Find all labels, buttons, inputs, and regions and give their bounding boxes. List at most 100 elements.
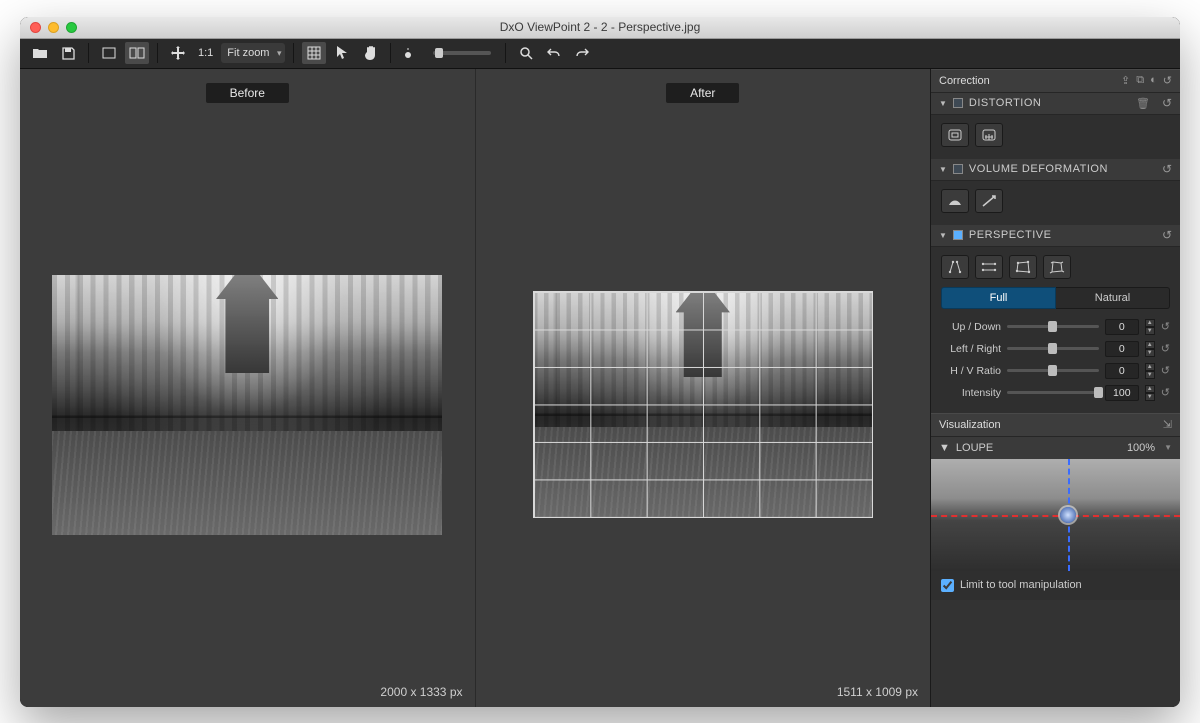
loupe-center-marker[interactable] [1060, 507, 1076, 523]
reset-all-icon[interactable]: ↺ [1163, 74, 1172, 87]
reset-icon[interactable]: ↺ [1162, 96, 1172, 110]
toolbar-slider[interactable] [433, 51, 491, 55]
volume-horizontal-button[interactable] [941, 189, 969, 213]
separator [157, 43, 158, 63]
reset-icon[interactable]: ↺ [1162, 228, 1172, 242]
loupe-panel-header[interactable]: ▼ LOUPE 100% ▼ [931, 437, 1180, 459]
perspective-title: PERSPECTIVE [969, 229, 1156, 241]
pin-icon[interactable]: ⇲ [1163, 418, 1172, 431]
single-view-button[interactable] [97, 42, 121, 64]
separator [390, 43, 391, 63]
disclosure-icon: ▼ [939, 442, 950, 454]
slider-label: H / V Ratio [941, 365, 1001, 377]
globe-icon[interactable]: ◐ [1150, 74, 1157, 87]
perspective-toggle[interactable] [953, 230, 963, 240]
separator [293, 43, 294, 63]
separator [505, 43, 506, 63]
slider-track[interactable] [1007, 369, 1099, 372]
zoom-select[interactable]: Fit zoom [221, 43, 285, 63]
redo-button[interactable] [570, 42, 594, 64]
force-parallel-button[interactable] [941, 255, 969, 279]
slider-stepper[interactable]: ▲▼ [1145, 341, 1155, 357]
slider-reset-icon[interactable]: ↺ [1161, 342, 1170, 355]
limit-label: Limit to tool manipulation [960, 579, 1082, 591]
eight-point-button[interactable] [1043, 255, 1071, 279]
before-dimensions: 2000 x 1333 px [380, 685, 462, 699]
content-area: Before 2000 x 1333 px After 1511 x 1009 … [20, 69, 1180, 707]
reference-line-button[interactable] [399, 42, 423, 64]
distortion-auto-button[interactable] [941, 123, 969, 147]
volume-toggle[interactable] [953, 164, 963, 174]
save-button[interactable] [56, 42, 80, 64]
slider-track[interactable] [1007, 347, 1099, 350]
slider-reset-icon[interactable]: ↺ [1161, 386, 1170, 399]
sidebar: Correction ⇪ ⧉ ◐ ↺ ▼ DISTORTION 🗑 ↺ [930, 69, 1180, 707]
slider-label: Intensity [941, 387, 1001, 399]
volume-panel-header[interactable]: ▼ VOLUME DEFORMATION ↺ [931, 159, 1180, 181]
loupe-zoom-value[interactable]: 100% [1127, 442, 1155, 454]
app-window: DxO ViewPoint 2 - 2 - Perspective.jpg 1:… [20, 17, 1180, 707]
move-tool-button[interactable] [166, 42, 190, 64]
reset-icon[interactable]: ↺ [1162, 162, 1172, 176]
slider-stepper[interactable]: ▲▼ [1145, 319, 1155, 335]
export-icon[interactable]: ⇪ [1121, 74, 1130, 87]
after-image-wrap[interactable] [476, 103, 931, 707]
slider-row-3: Intensity 100 ▲▼ ↺ [941, 385, 1170, 401]
before-pane: Before 2000 x 1333 px [20, 69, 475, 707]
correction-title: Correction [939, 75, 990, 87]
limit-row: Limit to tool manipulation [931, 571, 1180, 600]
loupe-title: LOUPE [956, 442, 993, 454]
slider-value[interactable]: 0 [1105, 363, 1139, 379]
zoom-ratio-button[interactable]: 1:1 [194, 42, 217, 64]
slider-value[interactable]: 100 [1105, 385, 1139, 401]
loupe-preview[interactable] [931, 459, 1180, 571]
slider-label: Left / Right [941, 343, 1001, 355]
open-file-button[interactable] [28, 42, 52, 64]
volume-diagonal-button[interactable] [975, 189, 1003, 213]
window-title: DxO ViewPoint 2 - 2 - Perspective.jpg [20, 20, 1180, 34]
before-image [52, 275, 442, 535]
visualization-section-header: Visualization ⇲ [931, 413, 1180, 437]
slider-row-1: Left / Right 0 ▲▼ ↺ [941, 341, 1170, 357]
slider-stepper[interactable]: ▲▼ [1145, 363, 1155, 379]
trash-icon[interactable]: 🗑 [1136, 97, 1150, 110]
loupe-horizon-line [931, 515, 1180, 517]
disclosure-icon: ▼ [939, 99, 947, 108]
limit-checkbox[interactable] [941, 579, 954, 592]
perspective-panel-header[interactable]: ▼ PERSPECTIVE ↺ [931, 225, 1180, 247]
pointer-tool-button[interactable] [330, 42, 354, 64]
grid-toggle-button[interactable] [302, 42, 326, 64]
force-rectangle-button[interactable] [1009, 255, 1037, 279]
zoom-select-label: Fit zoom [227, 47, 269, 59]
slider-reset-icon[interactable]: ↺ [1161, 364, 1170, 377]
viewer: Before 2000 x 1333 px After 1511 x 1009 … [20, 69, 930, 707]
slider-row-0: Up / Down 0 ▲▼ ↺ [941, 319, 1170, 335]
seg-full[interactable]: Full [941, 287, 1056, 309]
seg-natural[interactable]: Natural [1056, 287, 1170, 309]
visualization-title: Visualization [939, 419, 1001, 431]
perspective-mode-segmented: Full Natural [941, 287, 1170, 309]
distortion-toggle[interactable] [953, 98, 963, 108]
force-horizontal-button[interactable] [975, 255, 1003, 279]
slider-value[interactable]: 0 [1105, 319, 1139, 335]
volume-panel-body [931, 181, 1180, 225]
slider-stepper[interactable]: ▲▼ [1145, 385, 1155, 401]
hand-tool-button[interactable] [358, 42, 382, 64]
zoom-tool-button[interactable] [514, 42, 538, 64]
slider-label: Up / Down [941, 321, 1001, 333]
slider-value[interactable]: 0 [1105, 341, 1139, 357]
compare-view-button[interactable] [125, 42, 149, 64]
distortion-panel-body [931, 115, 1180, 159]
disclosure-icon: ▼ [939, 165, 947, 174]
main-toolbar: 1:1 Fit zoom [20, 39, 1180, 69]
slider-track[interactable] [1007, 325, 1099, 328]
slider-reset-icon[interactable]: ↺ [1161, 320, 1170, 333]
correction-section-header: Correction ⇪ ⧉ ◐ ↺ [931, 69, 1180, 93]
slider-track[interactable] [1007, 391, 1099, 394]
distortion-panel-header[interactable]: ▼ DISTORTION 🗑 ↺ [931, 93, 1180, 115]
distortion-manual-button[interactable] [975, 123, 1003, 147]
perspective-sliders: Up / Down 0 ▲▼ ↺ Left / Right 0 ▲▼ ↺ H / V Ratio… [941, 319, 1170, 401]
before-image-wrap[interactable] [20, 103, 475, 707]
copy-icon[interactable]: ⧉ [1136, 74, 1144, 87]
undo-button[interactable] [542, 42, 566, 64]
